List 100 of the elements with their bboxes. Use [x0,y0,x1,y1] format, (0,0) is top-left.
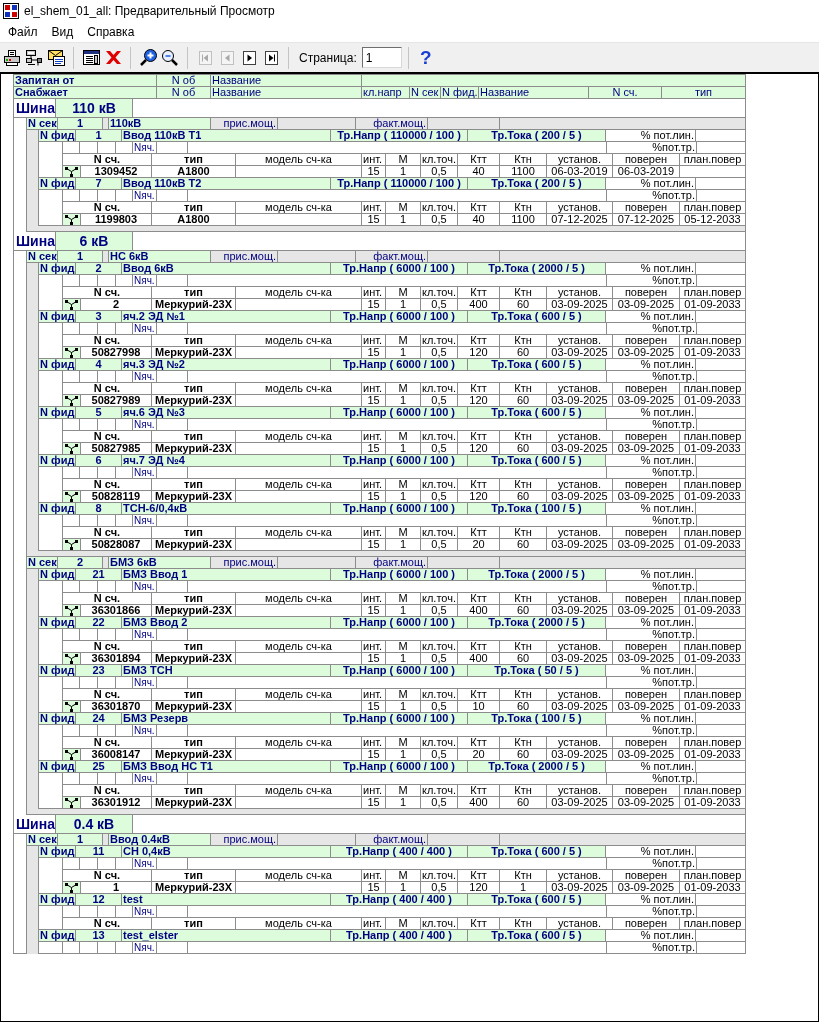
line-loss-label: % пот.лин. [606,407,696,418]
multiplier-value: 1 [386,882,421,893]
bus-voltage: 6 кВ [56,232,133,250]
feeder-name: Ввод 6кВ [122,263,331,274]
column-header: Ктн [500,593,547,604]
column-header: кл.точ. [421,383,458,394]
ct-ratio: 400 [458,797,500,808]
transformer-loss-label: %пот.тр. [607,942,697,953]
page-label: Страница: [299,50,357,65]
feeder-label: N фид [39,311,76,322]
ct-ratio: 20 [458,539,500,550]
accuracy-class: 0,5 [421,749,458,760]
menu-item[interactable]: Вид [44,23,81,41]
vt-ratio: 1100 [500,166,547,177]
accuracy-class: 0,5 [421,882,458,893]
feeder-number: 13 [76,930,122,941]
next-verification-date: 01-09-2033 [683,347,742,358]
column-header: Ктт [458,287,500,298]
skip-right-icon [264,50,278,65]
envelope-icon [47,49,65,66]
column-header: инт. [362,870,386,881]
transformer-loss-label: %пот.тр. [607,419,697,430]
multiplier-value: 1 [386,653,421,664]
vt-ratio: 60 [500,347,547,358]
column-header: установ. [547,383,613,394]
verification-date: 03-09-2025 [613,299,680,310]
multiplier-value: 1 [386,347,421,358]
feeder-name: test [122,894,331,905]
verification-date: 03-09-2025 [613,797,680,808]
vt-ratio: 60 [500,653,547,664]
column-header: тип [152,154,236,165]
accuracy-class: 0,5 [421,214,458,225]
section-number: 1 [58,251,103,262]
transformer-loss-label: %пот.тр. [607,906,697,917]
section-number: 2 [58,557,103,568]
section-label: N сек [27,557,58,568]
line-loss-label: % пот.лин. [606,713,696,724]
column-header: поверен [613,641,680,652]
feeder-number: 5 [76,407,122,418]
section-number-header: N сек [410,87,441,98]
object-number-header: N об [157,87,211,98]
column-header: инт. [362,527,386,538]
column-header: установ. [547,431,613,442]
column-header: инт. [362,383,386,394]
column-header: Ктт [458,154,500,165]
transformer-loss-label: %пот.тр. [607,275,697,286]
column-header: Ктт [458,641,500,652]
vt-ratio: 1 [500,882,547,893]
line-loss-label: % пот.лин. [606,503,696,514]
column-header: М [386,431,421,442]
ct-ratio: 400 [458,299,500,310]
meter-type: Меркурий-23X [152,299,236,310]
object-name-header: Название [211,75,362,86]
menu-item[interactable]: Файл [1,23,45,41]
column-header: тип [152,202,236,213]
bus-voltage: 110 кВ [56,99,133,117]
feeder-label: N фид [39,407,76,418]
transformer-loss-label: %пот.тр. [607,467,697,478]
current-transformer-ratio: Тр.Тока ( 100 / 5 ) [468,503,606,514]
voltage-transformer-ratio: Тр.Напр ( 400 / 400 ) [331,894,468,905]
accuracy-class: 0,5 [421,166,458,177]
voltage-transformer-ratio: Тр.Напр ( 110000 / 100 ) [331,130,468,141]
meter-type: Меркурий-23X [152,701,236,712]
transformer-loss-label: %пот.тр. [607,629,697,640]
interval-value: 15 [362,166,386,177]
current-transformer-ratio: Тр.Тока ( 50 / 5 ) [468,665,606,676]
column-header: N сч. [63,335,152,346]
current-transformer-ratio: Тр.Тока ( 600 / 5 ) [468,846,606,857]
column-header: установ. [547,737,613,748]
section-name: Ввод 0.4кВ [109,834,211,845]
line-loss-label: % пот.лин. [606,263,696,274]
install-date: 06-03-2019 [547,166,613,177]
column-header: модель сч-ка [236,918,362,929]
line-loss-label: % пот.лин. [606,846,696,857]
column-header: модель сч-ка [236,431,362,442]
accuracy-class: 0,5 [421,347,458,358]
feeder-name-header: Название [479,87,589,98]
column-header: Ктт [458,689,500,700]
install-date: 03-09-2025 [547,749,613,760]
column-header: М [386,870,421,881]
feeder-label: N фид [39,894,76,905]
current-transformer-ratio: Тр.Тока ( 600 / 5 ) [468,894,606,905]
column-header: кл.точ. [421,785,458,796]
voltage-class-header: кл.напр [362,87,410,98]
column-header: N сч. [63,202,152,213]
bay-number-label: Nяч. [133,581,157,592]
meter-type: Меркурий-23X [152,605,236,616]
column-header: инт. [362,689,386,700]
bay-number-label: Nяч. [133,419,157,430]
column-header: кл.точ. [421,689,458,700]
column-header: N сч. [63,287,152,298]
line-loss-label: % пот.лин. [606,930,696,941]
menu-item[interactable]: Справка [80,23,142,41]
help-button[interactable]: ? [414,46,437,69]
page-field[interactable]: 1 [361,47,402,68]
column-header: Ктн [500,287,547,298]
column-header: поверен [613,431,680,442]
feeder-name: БМЗ Ввод 2 [122,617,331,628]
meter-number: 2 [81,299,152,310]
column-header: кл.точ. [421,202,458,213]
